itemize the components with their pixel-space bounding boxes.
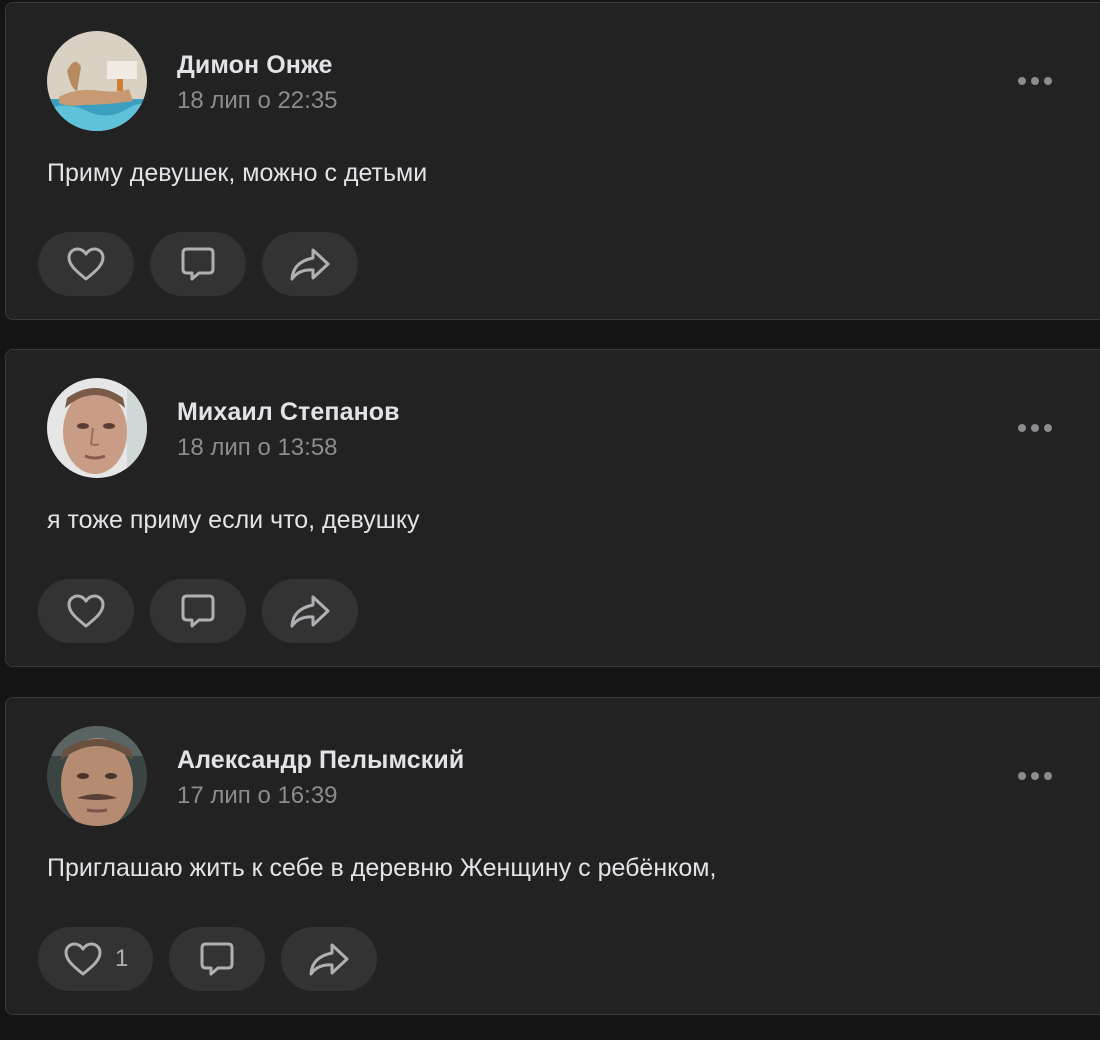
share-arrow-icon [290, 595, 330, 628]
post-actions: 1 [38, 927, 378, 991]
like-count: 1 [115, 945, 129, 972]
comment-button[interactable] [150, 232, 246, 296]
post-text: я тоже приму если что, девушку [47, 506, 420, 534]
more-dots-icon[interactable] [1018, 416, 1052, 440]
post-author[interactable]: Димон Онже [177, 51, 333, 80]
more-dots-icon[interactable] [1018, 764, 1052, 788]
post-time[interactable]: 17 лип о 16:39 [177, 782, 338, 810]
post-feed: Димон Онже 18 лип о 22:35 Приму девушек,… [0, 0, 1100, 1040]
avatar[interactable] [47, 378, 147, 478]
post-card: Димон Онже 18 лип о 22:35 Приму девушек,… [5, 2, 1100, 320]
like-button[interactable]: 1 [38, 927, 154, 991]
comment-icon [181, 247, 215, 281]
comment-button[interactable] [169, 927, 266, 991]
heart-icon [67, 594, 105, 628]
post-author[interactable]: Михаил Степанов [177, 398, 400, 427]
post-time[interactable]: 18 лип о 13:58 [177, 434, 338, 462]
share-button[interactable] [262, 232, 358, 296]
comment-icon [181, 594, 215, 628]
share-arrow-icon [309, 943, 349, 976]
share-arrow-icon [290, 248, 330, 281]
like-button[interactable] [38, 232, 134, 296]
comment-icon [200, 942, 234, 976]
avatar[interactable] [47, 31, 147, 131]
post-text: Приму девушек, можно с детьми [47, 159, 428, 187]
post-time[interactable]: 18 лип о 22:35 [177, 87, 338, 115]
avatar[interactable] [47, 726, 147, 826]
heart-icon [67, 247, 105, 281]
heart-icon [64, 942, 102, 976]
post-text: Приглашаю жить к себе в деревню Женщину … [47, 854, 717, 882]
post-card: Александр Пелымский 17 лип о 16:39 Пригл… [5, 697, 1100, 1015]
post-author[interactable]: Александр Пелымский [177, 746, 464, 775]
like-button[interactable] [38, 579, 134, 643]
share-button[interactable] [262, 579, 358, 643]
post-actions [38, 232, 358, 296]
more-dots-icon[interactable] [1018, 69, 1052, 93]
post-actions [38, 579, 358, 643]
post-card: Михаил Степанов 18 лип о 13:58 я тоже пр… [5, 349, 1100, 667]
share-button[interactable] [281, 927, 378, 991]
comment-button[interactable] [150, 579, 246, 643]
